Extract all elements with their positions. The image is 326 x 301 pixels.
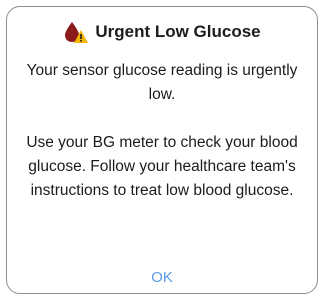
- ok-button[interactable]: OK: [7, 269, 317, 287]
- blood-drop-warning-icon: [63, 20, 89, 44]
- alert-message-primary: Your sensor glucose reading is urgently …: [26, 62, 298, 103]
- alert-title-row: Urgent Low Glucose: [7, 19, 317, 45]
- alert-message-instructions: Use your BG meter to check your blood gl…: [26, 134, 298, 199]
- alert-title: Urgent Low Glucose: [95, 22, 261, 41]
- alert-dialog: Urgent Low Glucose Your sensor glucose r…: [6, 6, 318, 294]
